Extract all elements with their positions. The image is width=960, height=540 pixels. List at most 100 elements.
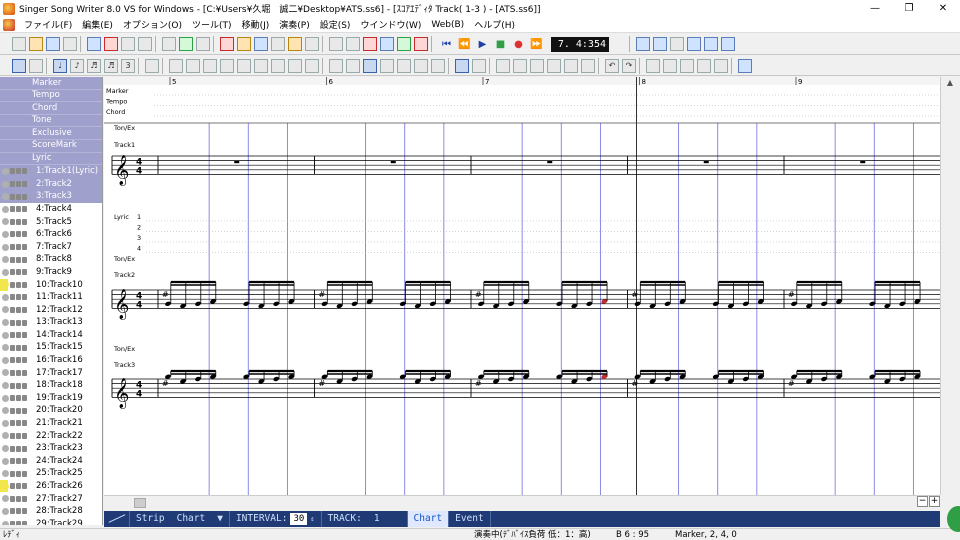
track-status-icon[interactable] — [2, 180, 9, 188]
track-toggle-icon[interactable] — [22, 407, 27, 414]
track-toggle-icon[interactable] — [22, 382, 27, 389]
track-controls[interactable] — [2, 406, 32, 416]
track-status-icon[interactable] — [2, 193, 9, 201]
save-icon[interactable] — [46, 37, 60, 51]
track-row[interactable]: 28:Track28 — [0, 505, 102, 518]
rewind-icon[interactable]: ⏪ — [458, 38, 471, 51]
track-controls[interactable] — [2, 456, 32, 466]
track-row[interactable]: 12:Track12 — [0, 304, 102, 317]
measure-icon[interactable] — [329, 58, 343, 73]
track-toggle-icon[interactable] — [10, 357, 15, 364]
track-toggle-icon[interactable] — [22, 256, 27, 263]
special-track-exclusive[interactable]: Exclusive — [0, 127, 102, 140]
mixer-icon[interactable] — [179, 37, 193, 51]
track-row[interactable]: 7:Track7 — [0, 241, 102, 254]
track-toggle-icon[interactable] — [22, 332, 27, 339]
monitor-icon[interactable] — [636, 37, 650, 51]
track-status-icon[interactable] — [2, 382, 9, 390]
track-toggle-icon[interactable] — [22, 294, 27, 301]
special-track-tone[interactable]: Tone — [0, 114, 102, 128]
track-toggle-icon[interactable] — [10, 483, 15, 490]
font-icon[interactable] — [305, 37, 319, 51]
track-controls[interactable] — [2, 318, 32, 328]
interval-spinner-icon[interactable]: ⇕ — [310, 511, 314, 527]
track-toggle-icon[interactable] — [16, 508, 21, 515]
track-toggle-icon[interactable] — [16, 407, 21, 414]
circle-1-icon[interactable] — [380, 58, 394, 73]
track-toggle-icon[interactable] — [16, 306, 21, 313]
pen-icon[interactable] — [530, 58, 544, 73]
track-toggle-icon[interactable] — [16, 281, 21, 288]
open-folder-icon[interactable] — [29, 37, 43, 51]
strip-slash-icon[interactable] — [104, 511, 130, 527]
track-toggle-icon[interactable] — [22, 508, 27, 515]
track-controls[interactable] — [2, 519, 32, 525]
mode-dropdown-icon[interactable]: ▼ — [211, 511, 230, 527]
rest-icon[interactable] — [145, 58, 159, 73]
window-icon[interactable] — [704, 37, 718, 51]
track-status-icon[interactable] — [2, 243, 9, 251]
event-list-icon[interactable] — [271, 37, 285, 51]
track-status-icon[interactable] — [2, 319, 9, 327]
track-status-icon[interactable] — [2, 445, 9, 453]
cut-icon[interactable] — [104, 37, 118, 51]
track-row[interactable]: 14:Track14 — [0, 329, 102, 342]
track-status-icon[interactable] — [2, 205, 9, 213]
track-controls[interactable] — [2, 204, 32, 214]
track-toggle-icon[interactable] — [22, 445, 27, 452]
track-row[interactable]: 18:Track18 — [0, 379, 102, 392]
track-row[interactable]: 26:Track26 — [0, 480, 102, 493]
track-status-icon[interactable] — [2, 167, 9, 175]
grid-dots-icon[interactable] — [12, 58, 26, 73]
track-status-icon[interactable] — [2, 356, 9, 364]
erase-icon[interactable] — [697, 58, 711, 73]
menu-help[interactable]: ヘルプ(H) — [469, 18, 520, 31]
track-toggle-icon[interactable] — [10, 369, 15, 376]
track-toggle-icon[interactable] — [16, 395, 21, 402]
zoom-in-button[interactable]: + — [929, 496, 940, 507]
pencil-tool-icon[interactable] — [472, 58, 486, 73]
track-status-icon[interactable] — [2, 419, 9, 427]
track-toggle-icon[interactable] — [16, 168, 21, 175]
track-controls[interactable] — [2, 255, 32, 265]
track-toggle-icon[interactable] — [10, 458, 15, 465]
scroll-thumb[interactable] — [134, 497, 146, 508]
track-toggle-icon[interactable] — [22, 470, 27, 477]
print-icon[interactable] — [63, 37, 77, 51]
track-controls[interactable] — [2, 355, 32, 365]
track-toggle-icon[interactable] — [22, 181, 27, 188]
menu-file[interactable]: ファイル(F) — [19, 18, 77, 31]
track-controls[interactable] — [2, 267, 32, 277]
grid-icon[interactable] — [721, 37, 735, 51]
track-toggle-icon[interactable] — [10, 508, 15, 515]
rewind-to-start-icon[interactable]: ⏮ — [440, 38, 453, 51]
track-toggle-icon[interactable] — [16, 319, 21, 326]
track-row[interactable]: 16:Track16 — [0, 354, 102, 367]
track-toggle-icon[interactable] — [16, 256, 21, 263]
track-controls[interactable] — [2, 381, 32, 391]
slash-4-icon[interactable] — [237, 58, 251, 73]
track-toggle-icon[interactable] — [10, 181, 15, 188]
menu-move[interactable]: 移動(J) — [237, 18, 275, 31]
strip-mode[interactable]: Strip — [130, 511, 171, 527]
interval-input[interactable]: 30 — [290, 513, 308, 525]
triplet-icon[interactable]: 3 — [121, 58, 135, 73]
view-event-tab[interactable]: Event — [449, 511, 491, 527]
track-toggle-icon[interactable] — [22, 369, 27, 376]
fast-forward-icon[interactable]: ⏩ — [530, 38, 543, 51]
hand-icon[interactable] — [646, 58, 660, 73]
track-status-icon[interactable] — [2, 507, 9, 515]
track-row[interactable]: 29:Track29 — [0, 518, 102, 525]
track-controls[interactable] — [2, 368, 32, 378]
track-status-icon[interactable] — [2, 495, 9, 503]
track-status-icon[interactable] — [2, 230, 9, 238]
track-toggle-icon[interactable] — [22, 281, 27, 288]
special-track-scoremark[interactable]: ScoreMark — [0, 139, 102, 153]
track-controls[interactable] — [2, 166, 32, 176]
track-toggle-icon[interactable] — [10, 256, 15, 263]
track-toggle-icon[interactable] — [10, 521, 15, 525]
track-controls[interactable] — [2, 229, 32, 239]
range-select-icon[interactable] — [496, 58, 510, 73]
box-icon[interactable] — [431, 58, 445, 73]
track-toggle-icon[interactable] — [22, 269, 27, 276]
